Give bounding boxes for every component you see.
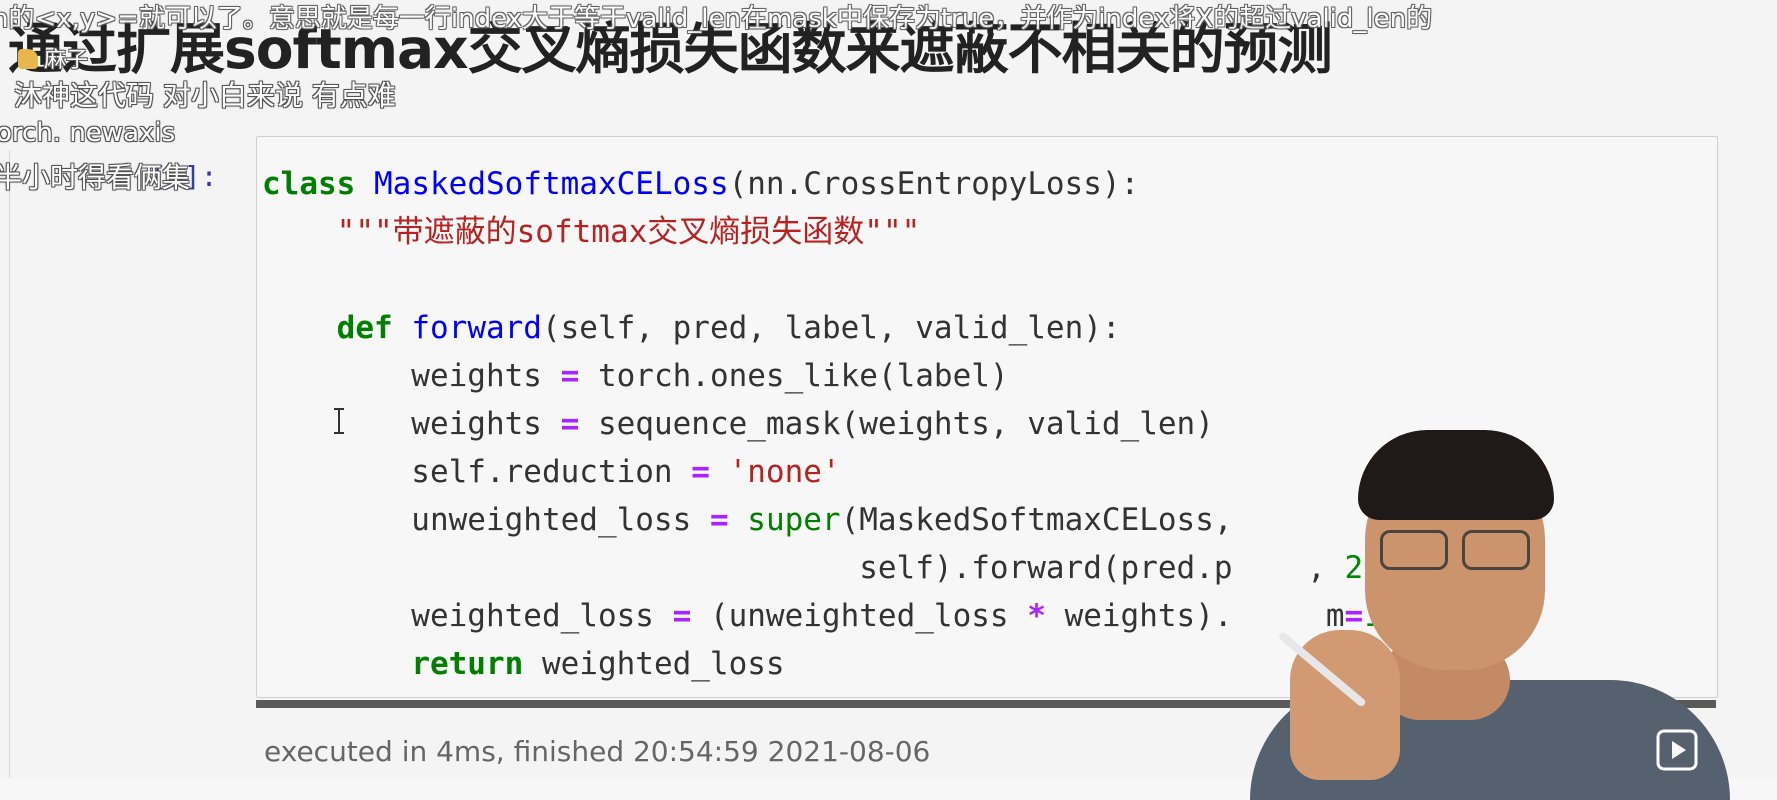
danmaku-comment: orch. newaxis bbox=[0, 118, 176, 148]
danmaku-comment: 沐神这代码 对小白来说 有点难 bbox=[14, 79, 396, 112]
play-icon[interactable] bbox=[1655, 728, 1699, 772]
code-line: def forward(self, pred, label, valid_len… bbox=[336, 310, 1121, 346]
code-line: return weighted_loss bbox=[411, 646, 785, 682]
hand-icon bbox=[18, 49, 38, 69]
presenter-hair bbox=[1358, 430, 1554, 520]
text-cursor-icon bbox=[334, 408, 344, 434]
glasses-icon bbox=[1462, 530, 1530, 570]
danmaku-comment: n的<x,y>=就可以了。意思就是每一行index大于等于valid_len在m… bbox=[0, 4, 1433, 34]
glasses-icon bbox=[1380, 530, 1448, 570]
danmaku-username: 麻子 bbox=[44, 48, 89, 73]
danmaku-comment: 半小时得看俩集 bbox=[0, 161, 191, 194]
code-line: unweighted_loss = super(MaskedSoftmaxCEL… bbox=[262, 502, 1233, 538]
code-line: self.reduction = 'none' bbox=[262, 454, 841, 490]
presenter-video-overlay bbox=[1230, 430, 1777, 800]
execution-time: executed in 4ms, finished 20:54:59 2021-… bbox=[264, 735, 931, 768]
code-line: weights = torch.ones_like(label) bbox=[262, 358, 1009, 394]
notebook-left-rule bbox=[9, 150, 10, 778]
code-line: """带遮蔽的softmax交叉熵损失函数""" bbox=[336, 214, 921, 250]
play-icon-graphic bbox=[1656, 729, 1698, 771]
code-line: class MaskedSoftmaxCELoss(nn.CrossEntrop… bbox=[262, 166, 1140, 202]
code-line: weights = sequence_mask(weights, valid_l… bbox=[262, 406, 1214, 442]
danmaku-user: 麻子 bbox=[18, 42, 88, 74]
